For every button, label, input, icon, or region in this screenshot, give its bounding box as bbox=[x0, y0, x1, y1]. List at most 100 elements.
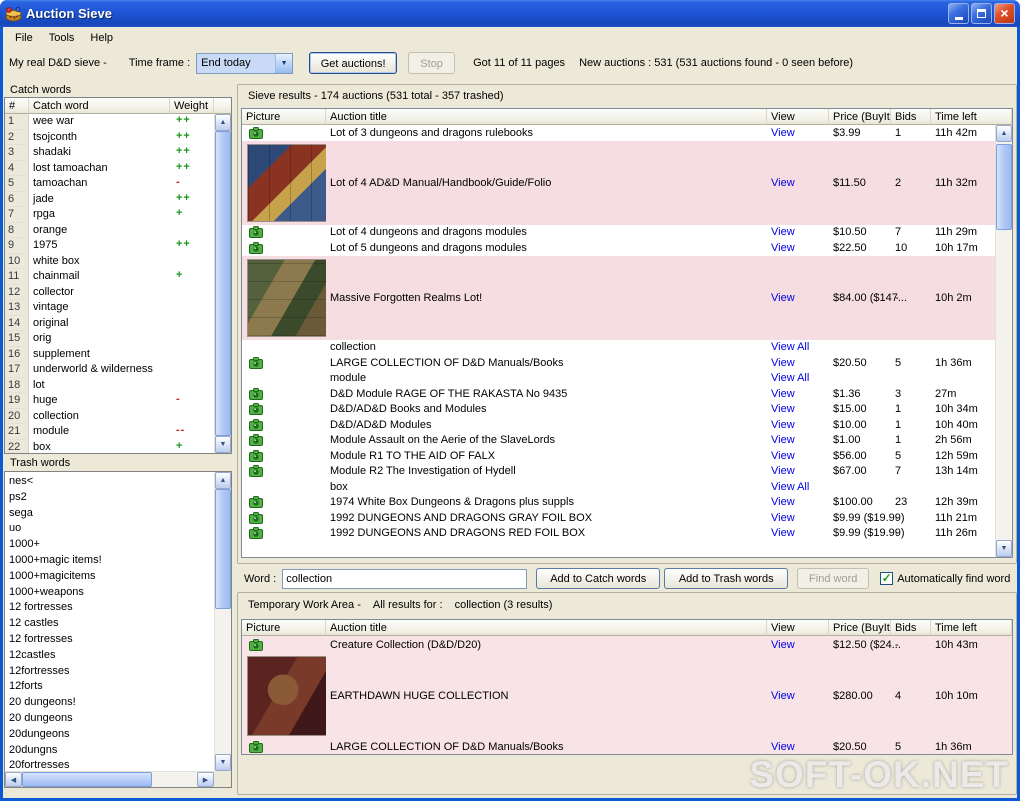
view-link[interactable]: View bbox=[771, 403, 795, 415]
column-header-auction-title[interactable]: Auction title bbox=[326, 620, 767, 636]
scroll-down-icon[interactable]: ▼ bbox=[215, 436, 231, 453]
add-to-trash-words-button[interactable]: Add to Trash words bbox=[664, 568, 788, 589]
column-header-view[interactable]: View bbox=[767, 109, 829, 125]
catch-word-row[interactable]: 15orig bbox=[5, 331, 214, 347]
catch-word-row[interactable]: 11chainmail+ bbox=[5, 269, 214, 285]
view-link[interactable]: View bbox=[771, 690, 795, 702]
view-link[interactable]: View bbox=[771, 639, 795, 651]
trash-word-item[interactable]: 20 dungeons bbox=[5, 711, 214, 727]
scrollbar-track[interactable] bbox=[996, 230, 1012, 540]
trash-words-horizontal-scrollbar[interactable]: ◀ ▶ bbox=[5, 771, 214, 787]
trash-words-scrollbar[interactable]: ▲ ▼ bbox=[214, 472, 231, 771]
scrollbar-thumb[interactable] bbox=[215, 489, 231, 609]
auction-photo-thumbnail[interactable] bbox=[247, 656, 326, 736]
trash-word-item[interactable]: 20dungns bbox=[5, 743, 214, 759]
column-header-weight[interactable]: Weight bbox=[170, 98, 214, 114]
trash-word-item[interactable]: 12 fortresses bbox=[5, 632, 214, 648]
catch-word-row[interactable]: 22box+ bbox=[5, 440, 214, 454]
view-link[interactable]: View bbox=[771, 465, 795, 477]
catch-word-row[interactable]: 19huge- bbox=[5, 393, 214, 409]
column-header-number[interactable]: # bbox=[5, 98, 29, 114]
trash-word-item[interactable]: 20dungeons bbox=[5, 727, 214, 743]
close-button[interactable]: × bbox=[994, 3, 1015, 24]
column-header-picture[interactable]: Picture bbox=[242, 109, 326, 125]
catch-word-row[interactable]: 14original bbox=[5, 316, 214, 332]
column-header-time-left[interactable]: Time left bbox=[931, 620, 1012, 636]
chevron-down-icon[interactable]: ▼ bbox=[275, 54, 292, 73]
column-header-bids[interactable]: Bids bbox=[891, 109, 931, 125]
view-link[interactable]: View bbox=[771, 177, 795, 189]
word-input[interactable] bbox=[282, 569, 527, 589]
scroll-left-icon[interactable]: ◀ bbox=[5, 772, 22, 787]
trash-word-item[interactable]: 1000+magicitems bbox=[5, 569, 214, 585]
column-header-time-left[interactable]: Time left bbox=[931, 109, 1012, 125]
view-link[interactable]: View bbox=[771, 292, 795, 304]
trash-word-item[interactable]: 20 dungeons! bbox=[5, 695, 214, 711]
trash-word-item[interactable]: nes< bbox=[5, 474, 214, 490]
scroll-down-icon[interactable]: ▼ bbox=[996, 540, 1012, 557]
catch-word-row[interactable]: 18lot bbox=[5, 378, 214, 394]
column-header-view[interactable]: View bbox=[767, 620, 829, 636]
catch-word-row[interactable]: 12collector bbox=[5, 285, 214, 301]
trash-word-item[interactable]: sega bbox=[5, 506, 214, 522]
catch-word-row[interactable]: 16supplement bbox=[5, 347, 214, 363]
scroll-right-icon[interactable]: ▶ bbox=[197, 772, 214, 787]
catch-word-row[interactable]: 6jade++ bbox=[5, 192, 214, 208]
column-header-price[interactable]: Price (BuyItN... bbox=[829, 109, 891, 125]
trash-word-item[interactable]: 20fortresses bbox=[5, 758, 214, 771]
scrollbar-track[interactable] bbox=[215, 609, 231, 754]
trash-word-item[interactable]: 1000+weapons bbox=[5, 585, 214, 601]
catch-word-row[interactable]: 7rpga+ bbox=[5, 207, 214, 223]
catch-word-row[interactable]: 8orange bbox=[5, 223, 214, 239]
auction-photo-thumbnail[interactable] bbox=[247, 144, 326, 222]
menu-help[interactable]: Help bbox=[82, 29, 121, 47]
catch-word-row[interactable]: 13vintage bbox=[5, 300, 214, 316]
column-header-price[interactable]: Price (BuyItN... bbox=[829, 620, 891, 636]
trash-word-item[interactable]: 12forts bbox=[5, 679, 214, 695]
view-all-link[interactable]: View All bbox=[771, 341, 809, 353]
minimize-button[interactable] bbox=[948, 3, 969, 24]
scroll-up-icon[interactable]: ▲ bbox=[996, 125, 1012, 142]
scroll-down-icon[interactable]: ▼ bbox=[215, 754, 231, 771]
view-all-link[interactable]: View All bbox=[771, 372, 809, 384]
view-link[interactable]: View bbox=[771, 527, 795, 539]
catch-word-row[interactable]: 1wee war++ bbox=[5, 114, 214, 130]
auto-find-checkbox[interactable] bbox=[880, 572, 893, 585]
catch-word-row[interactable]: 91975++ bbox=[5, 238, 214, 254]
scrollbar-track[interactable] bbox=[152, 772, 197, 787]
restore-button[interactable] bbox=[971, 3, 992, 24]
view-link[interactable]: View bbox=[771, 419, 795, 431]
column-header-bids[interactable]: Bids bbox=[891, 620, 931, 636]
trash-word-item[interactable]: 12castles bbox=[5, 648, 214, 664]
catch-word-row[interactable]: 2tsojconth++ bbox=[5, 130, 214, 146]
add-to-catch-words-button[interactable]: Add to Catch words bbox=[536, 568, 660, 589]
catch-word-row[interactable]: 10white box bbox=[5, 254, 214, 270]
trash-word-item[interactable]: uo bbox=[5, 521, 214, 537]
view-link[interactable]: View bbox=[771, 434, 795, 446]
view-link[interactable]: View bbox=[771, 357, 795, 369]
view-all-link[interactable]: View All bbox=[771, 481, 809, 493]
trash-word-item[interactable]: 1000+ bbox=[5, 537, 214, 553]
menu-file[interactable]: File bbox=[7, 29, 41, 47]
find-word-button[interactable]: Find word bbox=[797, 568, 869, 589]
scroll-up-icon[interactable]: ▲ bbox=[215, 472, 231, 489]
sieve-results-scrollbar[interactable]: ▲ ▼ bbox=[995, 125, 1012, 557]
column-header-catch-word[interactable]: Catch word bbox=[29, 98, 170, 114]
trash-word-item[interactable]: 12 castles bbox=[5, 616, 214, 632]
trash-word-item[interactable]: 12 fortresses bbox=[5, 600, 214, 616]
view-link[interactable]: View bbox=[771, 226, 795, 238]
stop-button[interactable]: Stop bbox=[408, 52, 455, 74]
catch-word-row[interactable]: 3shadaki++ bbox=[5, 145, 214, 161]
catch-word-row[interactable]: 4lost tamoachan++ bbox=[5, 161, 214, 177]
view-link[interactable]: View bbox=[771, 450, 795, 462]
catch-word-row[interactable]: 5tamoachan- bbox=[5, 176, 214, 192]
view-link[interactable]: View bbox=[771, 741, 795, 753]
view-link[interactable]: View bbox=[771, 388, 795, 400]
view-link[interactable]: View bbox=[771, 242, 795, 254]
trash-word-item[interactable]: 12fortresses bbox=[5, 664, 214, 680]
auction-photo-thumbnail[interactable] bbox=[247, 259, 326, 337]
scrollbar-thumb[interactable] bbox=[22, 772, 152, 787]
view-link[interactable]: View bbox=[771, 512, 795, 524]
menu-tools[interactable]: Tools bbox=[41, 29, 83, 47]
catch-words-scrollbar[interactable]: ▲ ▼ bbox=[214, 114, 231, 453]
